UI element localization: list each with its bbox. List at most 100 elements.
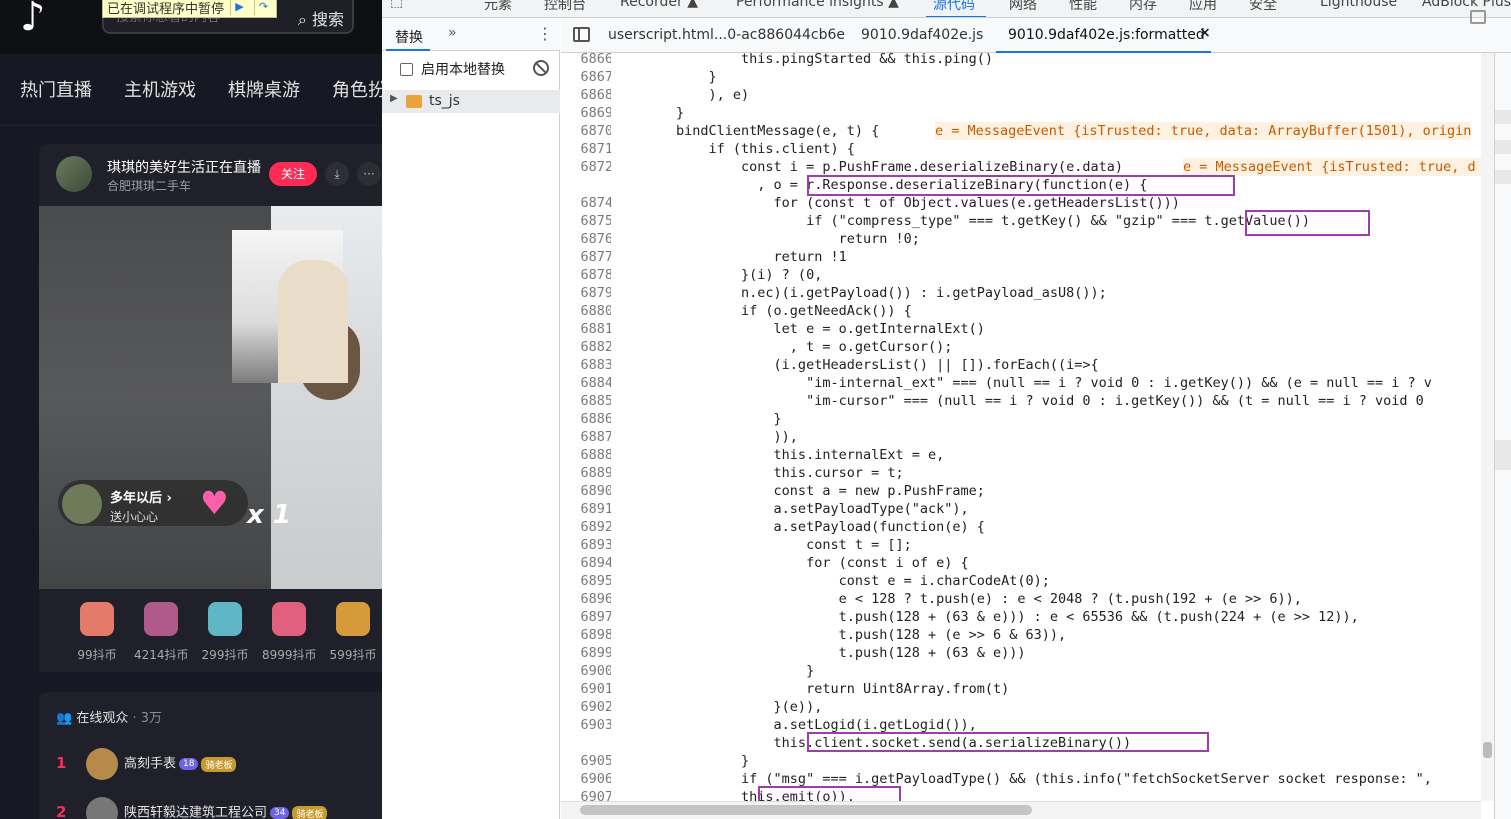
gift-item[interactable]: 8999抖币 xyxy=(262,602,317,663)
line-number[interactable]: 6897 xyxy=(561,608,613,626)
code-line[interactable]: n.ec)(i.getPayload()) : i.getPayload_asU… xyxy=(611,284,1107,302)
code-line[interactable]: const t = []; xyxy=(611,536,912,554)
line-number[interactable]: 6895 xyxy=(561,572,613,590)
line-number[interactable]: 6883 xyxy=(561,356,613,374)
line-number[interactable]: 6881 xyxy=(561,320,613,338)
element-picker-icon[interactable]: ⬚ xyxy=(390,0,403,10)
line-number[interactable]: 6886 xyxy=(561,410,613,428)
code-line[interactable]: t.push(128 + (63 & e))) xyxy=(611,644,1026,662)
sidebar-item[interactable] xyxy=(1495,440,1511,470)
line-number[interactable]: 6894 xyxy=(561,554,613,572)
tab-network[interactable]: 网络 xyxy=(1009,0,1037,14)
enable-overrides-row[interactable]: 启用本地替换 xyxy=(400,59,505,79)
code-line[interactable]: "im-internal_ext" === (null == i ? void … xyxy=(611,374,1432,392)
tab-performance-insights[interactable]: Performance insights ▲ xyxy=(736,0,899,10)
file-tab-userscript[interactable]: userscript.html...0-ac886044cb6e xyxy=(608,27,845,43)
toggle-debugger-icon[interactable] xyxy=(1470,10,1486,24)
line-number[interactable]: 6875 xyxy=(561,212,613,230)
code-line[interactable]: )), xyxy=(611,428,798,446)
anchor-avatar[interactable] xyxy=(56,156,92,192)
sidebar-item[interactable] xyxy=(1495,140,1511,154)
download-icon[interactable]: ⤓ xyxy=(325,162,349,186)
line-number[interactable]: 6870 xyxy=(561,122,613,140)
line-number[interactable]: 6890 xyxy=(561,482,613,500)
code-line[interactable]: , t = o.getCursor(); xyxy=(611,338,953,356)
gift-item[interactable]: 599抖币 xyxy=(326,602,380,663)
line-number[interactable]: 6871 xyxy=(561,140,613,158)
code-line[interactable]: const i = p.PushFrame.deserializeBinary(… xyxy=(611,158,1123,176)
line-number[interactable]: 6898 xyxy=(561,626,613,644)
line-number[interactable]: 6874 xyxy=(561,194,613,212)
code-line[interactable]: } xyxy=(611,410,782,428)
code-line[interactable]: e < 128 ? t.push(e) : e < 2048 ? (t.push… xyxy=(611,590,1302,608)
tab-memory[interactable]: 内存 xyxy=(1129,0,1157,14)
sidebar-item[interactable] xyxy=(1495,170,1511,184)
code-line[interactable]: if ("compress_type" === t.getKey() && "g… xyxy=(611,212,1310,230)
resume-icon[interactable]: ▶ xyxy=(230,0,248,15)
line-number[interactable]: 6904 xyxy=(561,734,613,752)
code-line[interactable]: if ("msg" === i.getPayloadType() && (thi… xyxy=(611,770,1432,788)
category-roleplay[interactable]: 角色扮 xyxy=(332,76,382,102)
code-line[interactable]: if (this.client) { xyxy=(611,140,855,158)
folder-tree-item[interactable]: ▶ ts_js xyxy=(382,90,560,113)
follow-button[interactable]: 关注 xyxy=(269,162,317,186)
line-number[interactable]: 6899 xyxy=(561,644,613,662)
code-line[interactable]: } xyxy=(611,662,814,680)
code-line[interactable]: return !0; xyxy=(611,230,920,248)
search-button[interactable]: ⌕ 搜索 xyxy=(298,6,344,30)
line-number[interactable]: 6893 xyxy=(561,536,613,554)
horizontal-scroll-thumb[interactable] xyxy=(580,805,1032,815)
tab-lighthouse[interactable]: Lighthouse xyxy=(1320,0,1397,10)
code-line[interactable]: }(e)), xyxy=(611,698,823,716)
code-line[interactable]: this.pingStarted && this.ping() xyxy=(611,53,993,68)
clear-overrides-icon[interactable] xyxy=(533,60,549,76)
line-number[interactable]: 6900 xyxy=(561,662,613,680)
code-line[interactable]: }(i) ? (0, xyxy=(611,266,822,284)
line-number[interactable]: 6891 xyxy=(561,500,613,518)
code-line[interactable]: this.internalExt = e, xyxy=(611,446,945,464)
line-number-gutter[interactable]: 6866 6867 6868 6869 6870 6871 6872 6873 6874 6875… xyxy=(561,50,613,805)
code-line[interactable]: (i.getHeadersList() || []).forEach((i=>{ xyxy=(611,356,1099,374)
code-line[interactable]: bindClientMessage(e, t) { xyxy=(611,122,879,140)
line-number[interactable]: 6880 xyxy=(561,302,613,320)
line-number[interactable]: 6878 xyxy=(561,266,613,284)
code-line[interactable]: this.cursor = t; xyxy=(611,464,904,482)
line-number[interactable]: 6868 xyxy=(561,86,613,104)
tab-recorder[interactable]: Recorder ▲ xyxy=(620,0,698,10)
line-number[interactable]: 6877 xyxy=(561,248,613,266)
code-line[interactable]: let e = o.getInternalExt() xyxy=(611,320,985,338)
code-line[interactable]: } xyxy=(611,104,684,122)
line-number[interactable]: 6903 xyxy=(561,716,613,734)
code-line[interactable]: return Uint8Array.from(t) xyxy=(611,680,1009,698)
audience-row[interactable]: 2 陕西轩毅达建筑工程公司 34 骑老板 xyxy=(56,797,328,819)
tab-performance[interactable]: 性能 xyxy=(1069,0,1097,14)
douyin-logo[interactable]: ♪ xyxy=(20,0,46,40)
sidebar-item[interactable] xyxy=(1495,110,1511,124)
line-number[interactable]: 6888 xyxy=(561,446,613,464)
file-tab-formatted[interactable]: 9010.9daf402e.js:formatted xyxy=(1008,27,1205,43)
line-number[interactable]: 6885 xyxy=(561,392,613,410)
line-number[interactable]: 6869 xyxy=(561,104,613,122)
gift-sender-name[interactable]: 多年以后 › xyxy=(110,487,172,506)
line-number[interactable]: 6866 xyxy=(561,50,613,68)
code-line[interactable]: a.setPayload(function(e) { xyxy=(611,518,985,536)
tab-overrides[interactable]: 替换 xyxy=(395,27,423,47)
line-number[interactable]: 6876 xyxy=(561,230,613,248)
more-icon[interactable]: ··· xyxy=(357,162,381,186)
line-number[interactable]: 6902 xyxy=(561,698,613,716)
line-number[interactable]: 6901 xyxy=(561,680,613,698)
toggle-navigator-icon[interactable] xyxy=(573,27,590,42)
code-line[interactable]: return !1 xyxy=(611,248,847,266)
tab-adblock[interactable]: AdBlock Plus xyxy=(1422,0,1511,10)
code-line[interactable]: } xyxy=(611,752,749,770)
code-line[interactable]: "im-cursor" === (null == i ? void 0 : i.… xyxy=(611,392,1424,410)
code-line[interactable]: } xyxy=(611,68,717,86)
code-line[interactable]: const e = i.charCodeAt(0); xyxy=(611,572,1050,590)
line-number[interactable]: 6867 xyxy=(561,68,613,86)
line-number[interactable]: 6887 xyxy=(561,428,613,446)
code-line[interactable]: const a = new p.PushFrame; xyxy=(611,482,985,500)
tab-console[interactable]: 控制台 xyxy=(544,0,586,14)
code-line[interactable]: t.push(128 + (e >> 6 & 63)), xyxy=(611,626,1067,644)
tab-security[interactable]: 安全 xyxy=(1249,0,1277,14)
gift-item[interactable]: 99抖币 xyxy=(70,602,124,663)
